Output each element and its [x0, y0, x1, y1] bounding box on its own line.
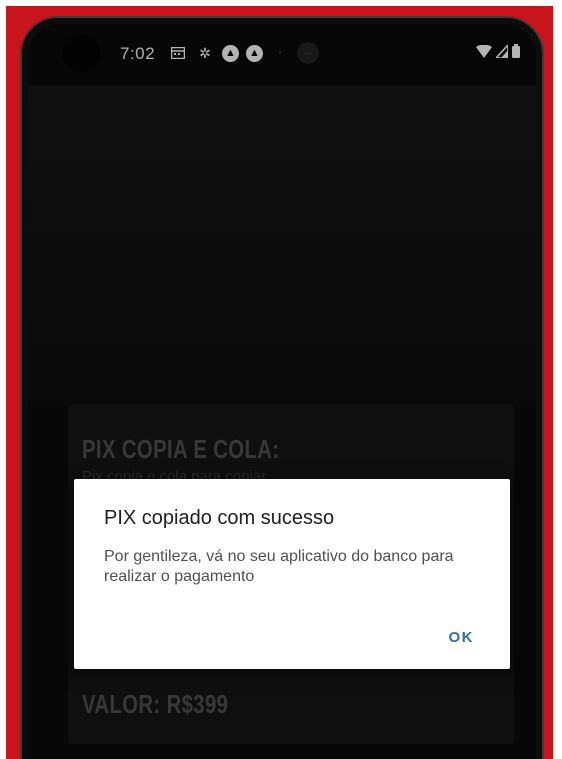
ok-button[interactable]: OK — [441, 625, 483, 650]
dialog-title: PIX copiado com sucesso — [104, 507, 335, 529]
success-dialog: PIX copiado com sucesso Por gentileza, v… — [74, 479, 510, 669]
phone-device: 7:02 ✲ ▲ ▲ · ··· PIX COPIA E COLA: Pix c… — [20, 16, 544, 759]
dialog-message: Por gentileza, vá no seu aplicativo do b… — [104, 548, 454, 585]
screenshot-frame: 7:02 ✲ ▲ ▲ · ··· PIX COPIA E COLA: Pix c… — [6, 6, 553, 759]
phone-screen: 7:02 ✲ ▲ ▲ · ··· PIX COPIA E COLA: Pix c… — [28, 24, 536, 759]
